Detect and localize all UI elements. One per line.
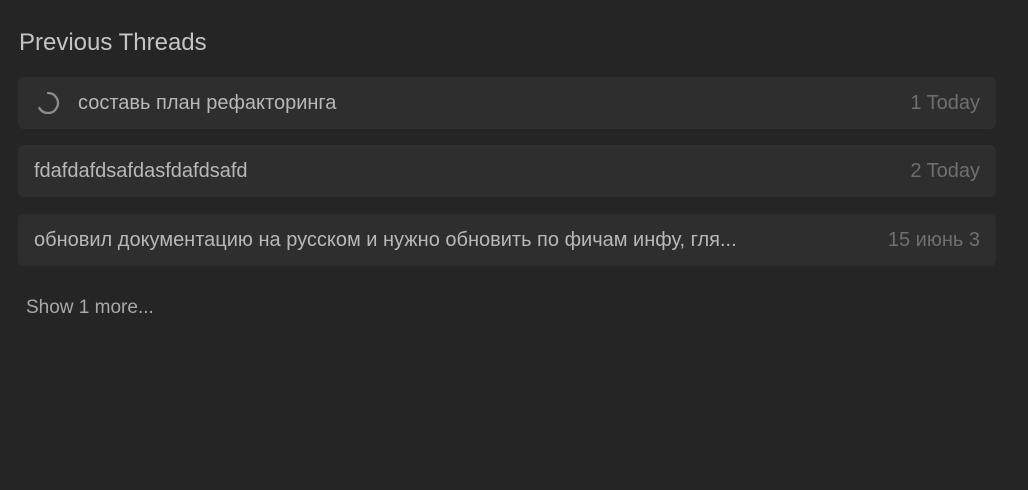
thread-item[interactable]: fdafdafdsafdasfdafdsafd 2 Today: [18, 145, 996, 197]
thread-item[interactable]: составь план рефакторинга 1 Today: [18, 77, 996, 129]
section-title: Previous Threads: [19, 29, 207, 56]
thread-meta: 1 Today: [910, 91, 980, 114]
thread-title: обновил документацию на русском и нужно …: [34, 228, 737, 251]
show-more-link[interactable]: Show 1 more...: [26, 296, 154, 320]
thread-meta: 2 Today: [910, 159, 980, 182]
thread-title: составь план рефакторинга: [78, 91, 337, 114]
thread-item[interactable]: обновил документацию на русском и нужно …: [18, 214, 996, 266]
thread-meta: 15 июнь 3: [887, 228, 980, 251]
loading-spinner-icon: [34, 89, 62, 117]
thread-title: fdafdafdsafdasfdafdsafd: [34, 159, 248, 182]
